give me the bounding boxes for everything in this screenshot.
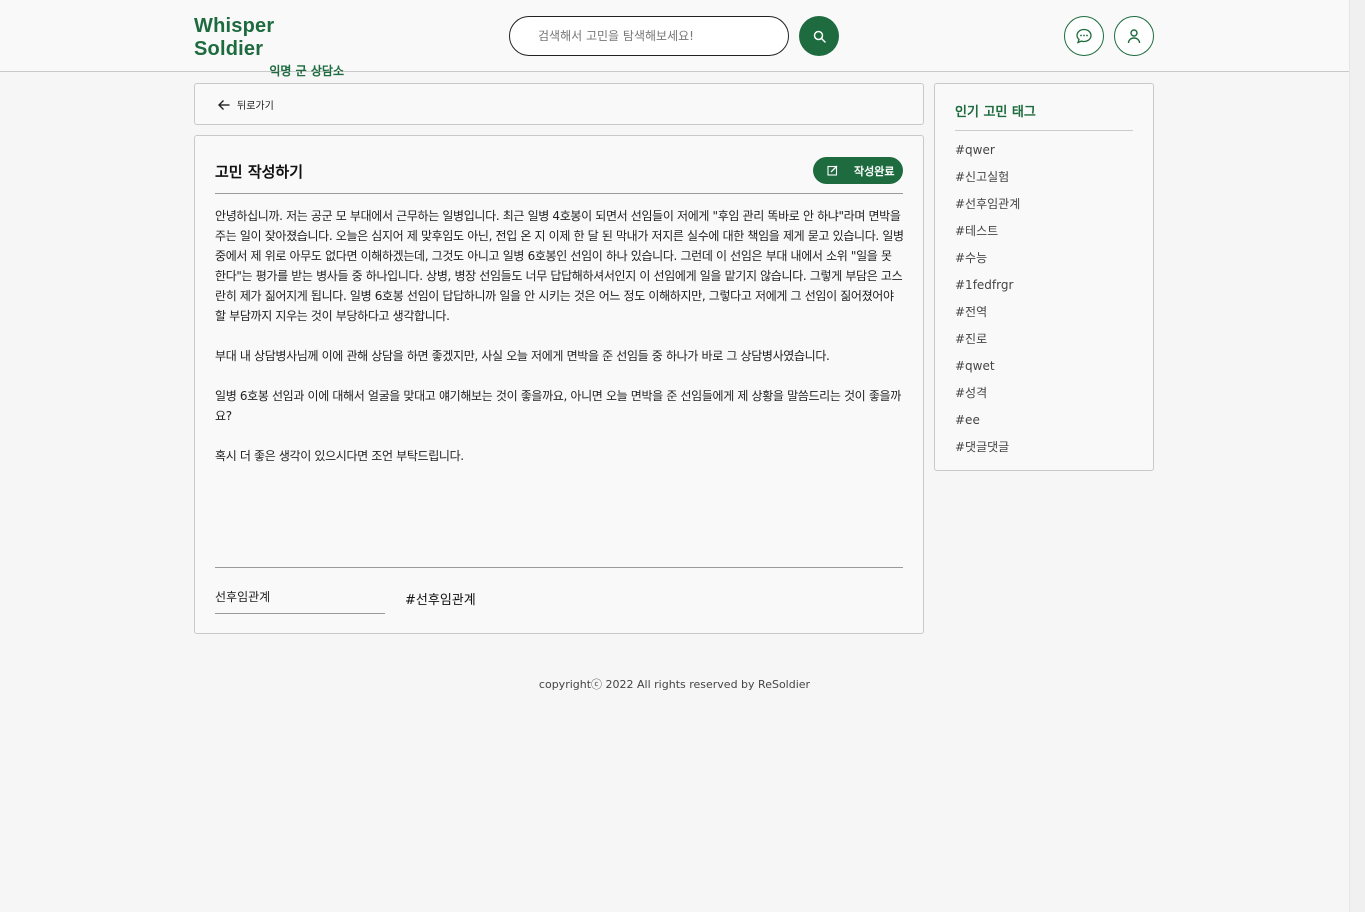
tag-item[interactable]: #테스트 xyxy=(955,221,1020,248)
tag-item[interactable]: #댓글댓글 xyxy=(955,437,1020,464)
arrow-left-icon xyxy=(218,99,230,110)
profile-button[interactable] xyxy=(1114,16,1154,56)
popular-tags-panel: 인기 고민 태그 #qwer #신고실험 #선후임관계 #테스트 #수능 #1f… xyxy=(934,83,1154,471)
search-button[interactable] xyxy=(799,16,839,56)
scrollbar[interactable] xyxy=(1349,0,1365,912)
back-link[interactable]: 뒤로가기 xyxy=(217,97,274,112)
tag-item[interactable]: #ee xyxy=(955,410,1020,437)
content-paragraph: 혹시 더 좋은 생각이 있으시다면 조언 부탁드립니다. xyxy=(215,449,464,463)
write-panel: 고민 작성하기 작성완료 안녕하십니까. 저는 공군 모 부대에서 근무하는 일… xyxy=(194,135,924,634)
tag-item[interactable]: #선후임관계 xyxy=(955,194,1020,221)
logo-subtitle: 익명 군 상담소 xyxy=(269,64,344,78)
submit-button[interactable]: 작성완료 xyxy=(813,157,903,184)
back-label: 뒤로가기 xyxy=(237,101,274,112)
edit-icon xyxy=(827,165,838,176)
tag-list: #qwer #신고실험 #선후임관계 #테스트 #수능 #1fedfrgr #전… xyxy=(955,140,1020,464)
tag-item[interactable]: #전역 xyxy=(955,302,1020,329)
top-header: Whisper Soldier 익명 군 상담소 검색해서 고민을 탐색해보세요… xyxy=(0,0,1349,78)
content-divider xyxy=(215,567,903,568)
footer-copyright: copyrightⓒ 2022 All rights reserved by R… xyxy=(538,678,811,691)
tag-input[interactable]: 선후임관계 xyxy=(215,588,385,614)
tag-item[interactable]: #qwet xyxy=(955,356,1020,383)
title-divider xyxy=(215,193,903,194)
search-icon xyxy=(813,30,826,43)
search-input[interactable]: 검색해서 고민을 탐색해보세요! xyxy=(509,16,789,56)
content-paragraph: 부대 내 상담병사님께 이에 관해 상담을 하면 좋겠지만, 사실 오늘 저에게… xyxy=(215,349,830,363)
tag-item[interactable]: #수능 xyxy=(955,248,1020,275)
tag-chip[interactable]: #선후임관계 xyxy=(405,589,476,608)
content-paragraph: 안녕하십니까. 저는 공군 모 부대에서 근무하는 일병입니다. 최근 일병 4… xyxy=(215,209,904,323)
chat-button[interactable] xyxy=(1064,16,1104,56)
submit-label: 작성완료 xyxy=(854,164,895,178)
page-title: 고민 작성하기 xyxy=(215,163,304,181)
sidebar-divider xyxy=(955,130,1133,131)
tag-item[interactable]: #1fedfrgr xyxy=(955,275,1020,302)
post-content-editor[interactable]: 안녕하십니까. 저는 공군 모 부대에서 근무하는 일병입니다. 최근 일병 4… xyxy=(215,206,905,486)
content-paragraph: 일병 6호봉 선임과 이에 대해서 얼굴을 맞대고 얘기해보는 것이 좋을까요,… xyxy=(215,389,901,423)
back-bar: 뒤로가기 xyxy=(194,83,924,125)
chat-icon xyxy=(1076,28,1092,44)
tag-item[interactable]: #진로 xyxy=(955,329,1020,356)
tag-item[interactable]: #성격 xyxy=(955,383,1020,410)
logo-title: Whisper Soldier xyxy=(194,15,275,60)
logo[interactable]: Whisper Soldier 익명 군 상담소 xyxy=(194,15,344,79)
user-icon xyxy=(1127,29,1141,44)
tag-item[interactable]: #신고실험 xyxy=(955,167,1020,194)
popular-tags-title: 인기 고민 태그 xyxy=(955,105,1036,120)
tag-item[interactable]: #qwer xyxy=(955,140,1020,167)
